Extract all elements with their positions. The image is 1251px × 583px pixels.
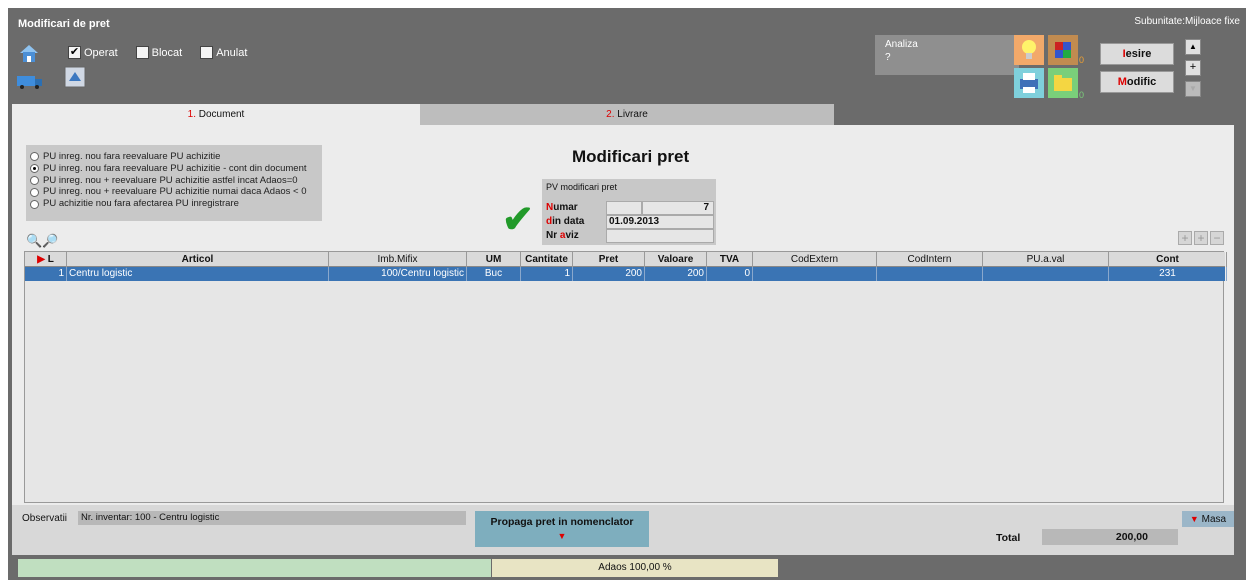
- numar-row: Numar 7: [542, 201, 716, 215]
- cell-puaval: [983, 267, 1109, 281]
- analiza-box[interactable]: Analiza ?: [875, 35, 1019, 75]
- folder-icon[interactable]: [1048, 68, 1078, 98]
- search-tools: 🔍🔎: [26, 233, 58, 249]
- checkmark-icon: ✔: [502, 199, 534, 241]
- iesire-button[interactable]: Iesire: [1100, 43, 1174, 65]
- document-panel: PU inreg. nou fara reevaluare PU achizit…: [12, 125, 1234, 555]
- status-bar-left: [18, 559, 491, 577]
- modific-button[interactable]: Modific: [1100, 71, 1174, 93]
- table-row[interactable]: 1 Centru logistic 100/Centru logistic Bu…: [25, 267, 1227, 281]
- aviz-field[interactable]: [606, 229, 714, 243]
- price-option-group: PU inreg. nou fara reevaluare PU achizit…: [26, 145, 322, 221]
- col-tva[interactable]: TVA: [707, 252, 753, 267]
- subunit-label: Subunitate:Mijloace fixe: [1134, 16, 1240, 27]
- propaga-button[interactable]: Propaga pret in nomenclator ▼: [475, 511, 649, 547]
- search-advanced-icon[interactable]: 🔎: [42, 233, 58, 248]
- cell-l: 1: [25, 267, 67, 281]
- data-row: din data 01.09.2013: [542, 215, 716, 229]
- numar-series-field[interactable]: [606, 201, 642, 215]
- aviz-row: Nr aviz: [542, 229, 716, 243]
- analiza-value: ?: [885, 52, 891, 63]
- cell-imb: 100/Centru logistic: [329, 267, 467, 281]
- col-cont[interactable]: Cont: [1109, 252, 1227, 267]
- search-icon[interactable]: 🔍: [26, 233, 42, 248]
- cell-pret: 200: [573, 267, 645, 281]
- scroll-down-button[interactable]: ▼: [1185, 81, 1201, 97]
- cell-cont: 231: [1109, 267, 1227, 281]
- option-radio[interactable]: PU achizitie nou fara afectarea PU inreg…: [30, 198, 318, 210]
- numar-field[interactable]: 7: [642, 201, 714, 215]
- option-radio[interactable]: PU inreg. nou fara reevaluare PU achizit…: [30, 151, 318, 163]
- articles-grid: ▶ L Articol Imb.Mifix UM Cantitate Pret …: [24, 251, 1227, 503]
- col-um[interactable]: UM: [467, 252, 521, 267]
- folder-count: 0: [1079, 90, 1085, 100]
- document-icon[interactable]: [64, 66, 86, 88]
- option-radio[interactable]: PU inreg. nou + reevaluare PU achizitie …: [30, 186, 318, 198]
- observatii-label: Observatii: [22, 513, 68, 524]
- blocat-checkbox[interactable]: Blocat: [135, 46, 182, 59]
- footer-panel: Observatii Nr. inventar: 100 - Centru lo…: [12, 505, 1234, 555]
- tab-livrare[interactable]: 2. Livrare: [420, 104, 834, 126]
- add-row-icon[interactable]: +: [1178, 231, 1192, 245]
- main-window: Modificari de pret Subunitate:Mijloace f…: [8, 8, 1246, 580]
- cell-valoare: 200: [645, 267, 707, 281]
- masa-button[interactable]: ▼ Masa: [1182, 511, 1234, 527]
- observatii-field[interactable]: Nr. inventar: 100 - Centru logistic: [78, 511, 466, 525]
- delete-row-icon[interactable]: −: [1210, 231, 1224, 245]
- cell-cantitate: 1: [521, 267, 573, 281]
- insert-row-icon[interactable]: +: [1194, 231, 1208, 245]
- pv-info-box: PV modificari pret Numar 7 din data 01.0…: [542, 179, 716, 245]
- transport-icon[interactable]: [16, 70, 44, 90]
- cell-codextern: [753, 267, 877, 281]
- cell-articol: Centru logistic: [67, 267, 329, 281]
- document-heading: Modificari pret: [572, 147, 690, 166]
- col-puaval[interactable]: PU.a.val: [983, 252, 1109, 267]
- grid-header: ▶ L Articol Imb.Mifix UM Cantitate Pret …: [25, 252, 1227, 267]
- printer-icon[interactable]: [1014, 68, 1044, 98]
- adaos-status: Adaos 100,00 %: [492, 559, 778, 577]
- col-l[interactable]: ▶ L: [25, 252, 67, 267]
- data-field[interactable]: 01.09.2013: [606, 215, 714, 229]
- cell-tva: 0: [707, 267, 753, 281]
- lightbulb-icon[interactable]: [1014, 35, 1044, 65]
- col-articol[interactable]: Articol: [67, 252, 329, 267]
- add-button[interactable]: +: [1185, 60, 1201, 76]
- status-checkboxes: ✔ Operat Blocat Anulat: [68, 46, 247, 59]
- anulat-checkbox[interactable]: Anulat: [200, 46, 247, 59]
- col-cantitate[interactable]: Cantitate: [521, 252, 573, 267]
- chevron-down-icon: ▼: [1189, 514, 1199, 524]
- col-valoare[interactable]: Valoare: [645, 252, 707, 267]
- col-codintern[interactable]: CodIntern: [877, 252, 983, 267]
- row-tools: + + −: [1178, 231, 1224, 245]
- col-codextern[interactable]: CodExtern: [753, 252, 877, 267]
- total-label: Total: [996, 532, 1021, 544]
- col-imb[interactable]: Imb.Mifix: [329, 252, 467, 267]
- scroll-up-button[interactable]: ▲: [1185, 39, 1201, 55]
- window-title: Modificari de pret: [18, 18, 110, 30]
- pv-label: PV modificari pret: [546, 182, 618, 192]
- cell-um: Buc: [467, 267, 521, 281]
- operat-checkbox[interactable]: ✔ Operat: [68, 46, 118, 59]
- total-value: 200,00: [1042, 529, 1178, 545]
- chevron-down-icon: ▼: [557, 531, 567, 541]
- option-radio[interactable]: PU inreg. nou fara reevaluare PU achizit…: [30, 163, 318, 175]
- tab-document[interactable]: 1. Document: [12, 104, 420, 126]
- analiza-label: Analiza: [885, 39, 918, 50]
- cell-codintern: [877, 267, 983, 281]
- cube-icon[interactable]: [1048, 35, 1078, 65]
- option-radio[interactable]: PU inreg. nou + reevaluare PU achizitie …: [30, 175, 318, 187]
- col-pret[interactable]: Pret: [573, 252, 645, 267]
- tab-bar: 1. Document 2. Livrare: [12, 104, 1246, 126]
- bulb-count: 0: [1079, 55, 1085, 65]
- home-icon[interactable]: [18, 42, 40, 64]
